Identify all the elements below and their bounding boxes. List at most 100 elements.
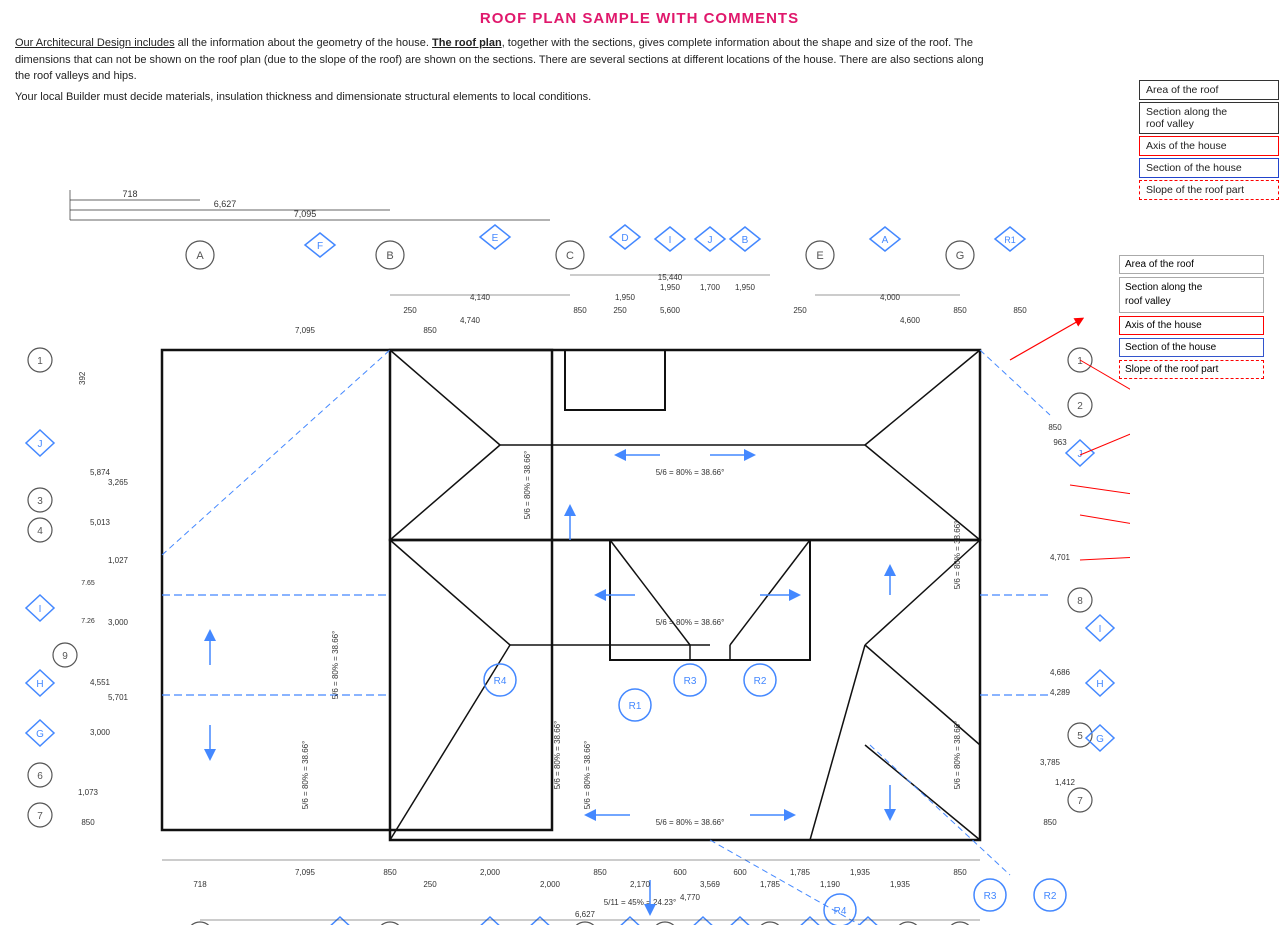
svg-text:1,950: 1,950 — [735, 283, 756, 292]
svg-text:5/6 = 80% = 38.66°: 5/6 = 80% = 38.66° — [656, 618, 725, 627]
svg-text:D: D — [621, 233, 628, 244]
svg-text:5,874: 5,874 — [90, 468, 111, 477]
svg-text:5,701: 5,701 — [108, 693, 129, 702]
svg-text:5/6 = 80% = 38.66°: 5/6 = 80% = 38.66° — [953, 521, 962, 590]
svg-text:600: 600 — [673, 868, 687, 877]
legend-section-house-box: Section of the house — [1119, 338, 1264, 357]
svg-text:A: A — [196, 250, 204, 262]
legend-axis-house: Axis of the house — [1139, 136, 1279, 156]
svg-text:G: G — [1096, 734, 1104, 745]
svg-text:5/6 = 80% = 38.66°: 5/6 = 80% = 38.66° — [331, 631, 340, 700]
svg-text:4,000: 4,000 — [880, 293, 901, 302]
svg-text:R2: R2 — [1044, 891, 1057, 902]
svg-text:G: G — [956, 250, 965, 262]
svg-text:850: 850 — [593, 868, 607, 877]
legend-area-roof: Area of the roof — [1139, 80, 1279, 100]
svg-text:G: G — [36, 729, 44, 740]
legend-section-valley: Section along theroof valley — [1139, 102, 1279, 134]
svg-text:3: 3 — [37, 496, 43, 507]
svg-text:850: 850 — [423, 326, 437, 335]
svg-text:A: A — [882, 235, 889, 246]
design-link[interactable]: Our Architecural Design includes — [15, 37, 175, 49]
svg-text:I: I — [1099, 624, 1102, 635]
svg-text:7,095: 7,095 — [295, 326, 316, 335]
svg-text:1,950: 1,950 — [660, 283, 681, 292]
svg-text:5/6 = 80% = 38.66°: 5/6 = 80% = 38.66° — [656, 818, 725, 827]
legend-axis-box: Axis of the house — [1119, 316, 1264, 335]
svg-text:R3: R3 — [984, 891, 997, 902]
svg-text:5/6 = 80% = 38.66°: 5/6 = 80% = 38.66° — [301, 741, 310, 810]
svg-text:250: 250 — [613, 306, 627, 315]
svg-text:7: 7 — [1077, 796, 1083, 807]
svg-text:5: 5 — [1077, 731, 1083, 742]
svg-text:1,190: 1,190 — [820, 880, 841, 889]
svg-text:I: I — [39, 604, 42, 615]
svg-text:8: 8 — [1077, 596, 1083, 607]
local-builder-text: Your local Builder must decide materials… — [15, 91, 865, 103]
annotation-legend: Area of the roof Section along theroof v… — [1119, 255, 1264, 382]
svg-text:15,440: 15,440 — [658, 273, 683, 282]
svg-text:2,000: 2,000 — [480, 868, 501, 877]
svg-text:718: 718 — [193, 880, 207, 889]
svg-text:963: 963 — [1053, 438, 1067, 447]
description-text: Our Architecural Design includes all the… — [15, 35, 995, 85]
svg-text:C: C — [566, 250, 574, 262]
svg-text:1,785: 1,785 — [790, 868, 811, 877]
svg-text:250: 250 — [793, 306, 807, 315]
svg-text:5/6 = 80% = 38.66°: 5/6 = 80% = 38.66° — [583, 741, 592, 810]
svg-text:6,627: 6,627 — [575, 910, 596, 919]
svg-text:E: E — [816, 250, 823, 262]
svg-text:1,950: 1,950 — [615, 293, 636, 302]
svg-text:3,569: 3,569 — [700, 880, 721, 889]
svg-text:7,095: 7,095 — [294, 209, 317, 219]
svg-text:600: 600 — [733, 868, 747, 877]
svg-text:718: 718 — [122, 189, 137, 199]
svg-text:1,785: 1,785 — [760, 880, 781, 889]
svg-text:6,627: 6,627 — [214, 199, 237, 209]
svg-text:5/6 = 80% = 38.66°: 5/6 = 80% = 38.66° — [953, 721, 962, 790]
svg-text:392: 392 — [78, 371, 87, 385]
main-container: ROOF PLAN SAMPLE WITH COMMENTS Our Archi… — [0, 0, 1279, 933]
svg-text:2,170: 2,170 — [630, 880, 651, 889]
svg-text:5/11 = 45% = 24.23°: 5/11 = 45% = 24.23° — [604, 898, 676, 907]
svg-text:4: 4 — [37, 526, 43, 537]
svg-text:7.65: 7.65 — [81, 580, 95, 587]
svg-text:250: 250 — [423, 880, 437, 889]
svg-text:1,700: 1,700 — [700, 283, 721, 292]
svg-text:2,000: 2,000 — [540, 880, 561, 889]
svg-text:7: 7 — [37, 811, 43, 822]
svg-text:5/6 = 80% = 38.66°: 5/6 = 80% = 38.66° — [656, 468, 725, 477]
svg-text:4,770: 4,770 — [680, 893, 701, 902]
svg-text:850: 850 — [1043, 818, 1057, 827]
svg-text:3,265: 3,265 — [108, 478, 129, 487]
svg-text:850: 850 — [81, 818, 95, 827]
svg-text:4,701: 4,701 — [1050, 553, 1071, 562]
svg-text:4,551: 4,551 — [90, 678, 111, 687]
svg-text:F: F — [317, 241, 323, 252]
svg-text:4,140: 4,140 — [470, 293, 491, 302]
svg-text:J: J — [708, 235, 713, 246]
svg-text:R3: R3 — [684, 676, 697, 687]
svg-text:B: B — [742, 235, 749, 246]
svg-text:5/6 = 80% = 38.66°: 5/6 = 80% = 38.66° — [523, 451, 532, 520]
roof-plan-svg: 718 6,627 7,095 A F B E C D — [10, 165, 1130, 925]
svg-text:R2: R2 — [754, 676, 767, 687]
legend-area-roof-box: Area of the roof — [1119, 255, 1264, 274]
svg-text:2: 2 — [1077, 401, 1083, 412]
svg-text:1: 1 — [37, 356, 43, 367]
svg-text:850: 850 — [953, 306, 967, 315]
svg-text:B: B — [386, 250, 393, 262]
svg-text:H: H — [36, 679, 43, 690]
svg-text:1,027: 1,027 — [108, 556, 129, 565]
svg-text:250: 250 — [403, 306, 417, 315]
svg-text:5,600: 5,600 — [660, 306, 681, 315]
svg-text:R4: R4 — [494, 676, 507, 687]
svg-text:5/6 = 80% = 38.66°: 5/6 = 80% = 38.66° — [553, 721, 562, 790]
svg-text:1,412: 1,412 — [1055, 778, 1076, 787]
svg-text:850: 850 — [1048, 423, 1062, 432]
svg-text:R1: R1 — [1004, 235, 1016, 245]
svg-text:1,073: 1,073 — [78, 788, 99, 797]
svg-text:4,740: 4,740 — [460, 316, 481, 325]
svg-text:850: 850 — [573, 306, 587, 315]
svg-text:R4: R4 — [834, 906, 847, 917]
